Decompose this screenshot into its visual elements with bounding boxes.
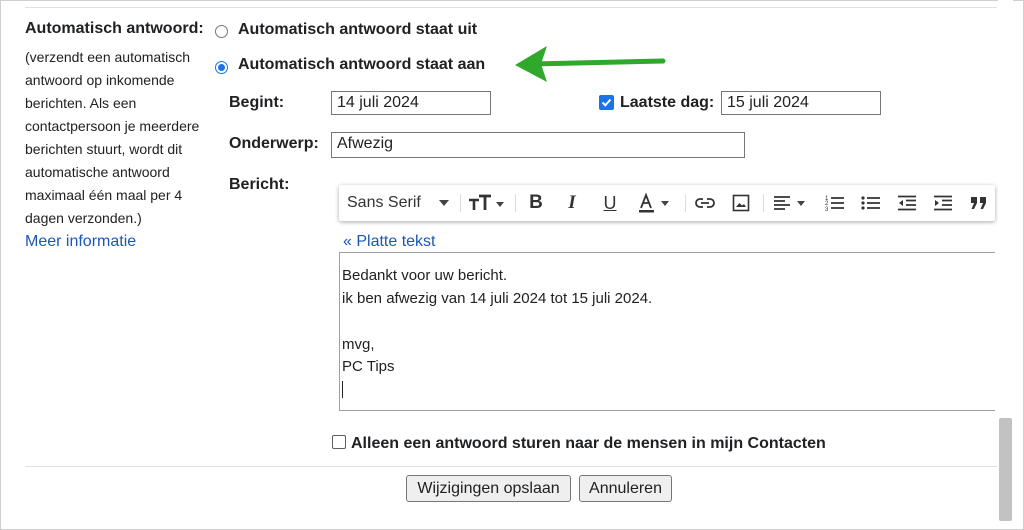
link-icon [695,198,715,208]
message-editor[interactable]: Bedankt voor uw bericht. ik ben afwezig … [339,252,995,411]
cancel-button[interactable]: Annuleren [579,475,672,502]
font-size-icon [469,194,504,210]
text-caret [342,381,343,398]
top-divider [25,7,997,8]
bold-button[interactable]: B [523,185,549,221]
italic-button[interactable]: I [559,185,585,221]
plain-text-link[interactable]: « Platte tekst [343,233,436,251]
more-info-link[interactable]: Meer informatie [25,233,136,251]
bottom-divider [25,466,997,467]
radio-auto-reply-on[interactable] [215,61,228,74]
italic-icon: I [568,192,576,213]
bulleted-list-icon [861,196,880,210]
indent-less-button[interactable] [892,185,922,221]
subject-input[interactable]: Afwezig [331,132,745,158]
quote-button[interactable] [964,185,994,221]
bulleted-list-button[interactable] [856,185,886,221]
underline-button[interactable]: U [597,185,623,221]
last-day-label: Laatste dag: [620,94,715,111]
contacts-only-label[interactable]: Alleen een antwoord sturen naar de mense… [351,435,826,453]
insert-link-button[interactable] [690,185,720,221]
toolbar-divider [763,194,764,212]
start-label: Begint: [229,94,285,111]
svg-text:3: 3 [825,207,829,212]
editor-line: Bedankt voor uw bericht. [342,267,508,284]
font-size-button[interactable] [463,185,511,221]
text-color-button[interactable] [633,185,677,221]
save-changes-button[interactable]: Wijzigingen opslaan [406,475,571,502]
section-label: Automatisch antwoord: [25,20,204,37]
checkmark-icon [601,98,612,107]
chevron-down-icon [439,200,449,206]
last-day-input[interactable]: 15 juli 2024 [721,91,881,115]
indent-more-icon [934,195,952,211]
last-day-checkbox[interactable] [599,95,614,110]
contacts-only-checkbox[interactable] [332,435,346,449]
option-off-label[interactable]: Automatisch antwoord staat uit [238,21,477,39]
option-on-label[interactable]: Automatisch antwoord staat aan [238,56,485,74]
section-description: (verzendt een automatisch antwoord op in… [25,49,200,226]
image-icon [732,194,750,212]
toolbar-divider [685,194,686,212]
text-color-icon [639,192,669,213]
bold-icon: B [529,192,543,213]
start-date-input[interactable]: 14 juli 2024 [331,91,491,115]
scrollbar-thumb[interactable] [999,418,1012,521]
editor-line: PC Tips [342,358,395,375]
radio-auto-reply-off[interactable] [215,25,228,38]
editor-line: ik ben afwezig van 14 juli 2024 tot 15 j… [342,290,653,307]
toolbar-divider [460,194,461,212]
underline-icon: U [603,192,617,213]
numbered-list-button[interactable]: 1 2 3 [820,185,850,221]
align-left-icon [774,196,805,210]
quote-icon [971,197,986,209]
numbered-list-icon: 1 2 3 [825,196,844,212]
editor-line: mvg, [342,336,375,353]
message-label: Bericht: [229,176,290,193]
formatting-toolbar: Sans Serif B I U 1 2 3 [339,185,995,221]
font-family-value: Sans Serif [347,194,421,211]
toolbar-divider [515,194,516,212]
indent-more-button[interactable] [928,185,958,221]
subject-label: Onderwerp: [229,135,319,152]
green-arrow-annotation [515,46,666,82]
align-button[interactable] [769,185,813,221]
font-family-select[interactable]: Sans Serif [339,185,457,221]
indent-less-icon [898,195,916,211]
insert-image-button[interactable] [726,185,756,221]
